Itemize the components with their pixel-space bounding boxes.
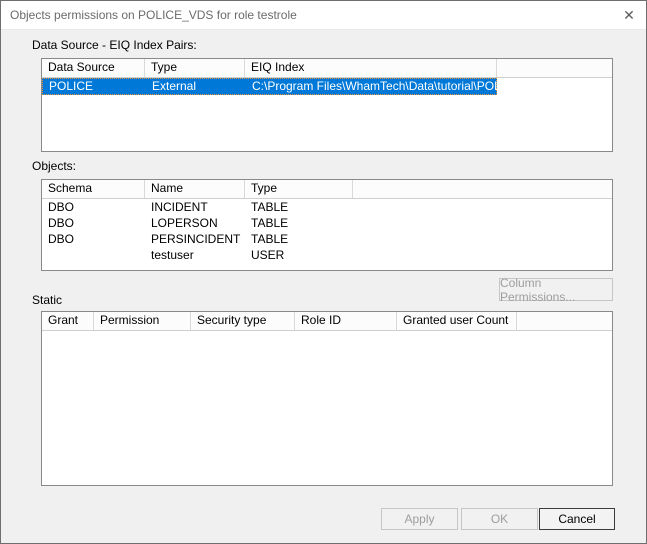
column-header-schema[interactable]: Schema [42, 180, 145, 198]
dialog-title: Objects permissions on POLICE_VDS for ro… [10, 1, 297, 29]
column-header-name[interactable]: Name [145, 180, 245, 198]
cell-obj-type: USER [245, 247, 353, 263]
column-header-obj-type[interactable]: Type [245, 180, 353, 198]
cell-type: External [146, 79, 246, 94]
pairs-table: Data Source Type EIQ Index POLICE Extern… [41, 58, 613, 152]
objects-section-label: Objects: [32, 159, 76, 173]
cell-name: LOPERSON [145, 215, 245, 231]
ok-button[interactable]: OK [461, 508, 538, 530]
static-table: Grant Permission Security type Role ID G… [41, 311, 613, 486]
column-header-granted-user-count[interactable]: Granted user Count [397, 312, 517, 330]
apply-button[interactable]: Apply [381, 508, 458, 530]
cancel-button[interactable]: Cancel [539, 508, 615, 530]
cell-name: testuser [145, 247, 245, 263]
cell-obj-type: TABLE [245, 231, 353, 247]
cell-eiq-index: C:\Program Files\WhamTech\Data\tutorial\… [246, 79, 498, 94]
title-bar: Objects permissions on POLICE_VDS for ro… [1, 1, 646, 30]
table-row[interactable]: DBO LOPERSON TABLE [42, 215, 612, 231]
cell-schema: DBO [42, 199, 145, 215]
column-header-filler [497, 59, 612, 77]
table-row[interactable]: DBO INCIDENT TABLE [42, 199, 612, 215]
column-header-filler [353, 180, 612, 198]
cell-obj-type: TABLE [245, 215, 353, 231]
cell-name: PERSINCIDENT [145, 231, 245, 247]
objects-table-header: Schema Name Type [42, 180, 612, 199]
cell-name: INCIDENT [145, 199, 245, 215]
pairs-section-label: Data Source - EIQ Index Pairs: [32, 38, 197, 52]
objects-permissions-dialog: Objects permissions on POLICE_VDS for ro… [0, 0, 647, 544]
close-icon: ✕ [623, 7, 635, 24]
pairs-table-header: Data Source Type EIQ Index [42, 59, 612, 78]
column-header-security-type[interactable]: Security type [191, 312, 295, 330]
cell-data-source: POLICE [43, 79, 146, 94]
cell-schema: DBO [42, 231, 145, 247]
column-header-permission[interactable]: Permission [94, 312, 191, 330]
column-permissions-button[interactable]: Column Permissions... [499, 278, 613, 301]
column-header-grant[interactable]: Grant [42, 312, 94, 330]
table-row[interactable]: testuser USER [42, 247, 612, 263]
close-button[interactable]: ✕ [612, 1, 646, 29]
table-row[interactable]: DBO PERSINCIDENT TABLE [42, 231, 612, 247]
static-section-label: Static [32, 293, 62, 307]
column-header-role-id[interactable]: Role ID [295, 312, 397, 330]
table-row[interactable]: POLICE External C:\Program Files\WhamTec… [42, 78, 497, 95]
column-header-data-source[interactable]: Data Source [42, 59, 145, 77]
column-header-type[interactable]: Type [145, 59, 245, 77]
cell-schema [42, 247, 145, 263]
cell-obj-type: TABLE [245, 199, 353, 215]
column-header-eiq-index[interactable]: EIQ Index [245, 59, 497, 77]
objects-table: Schema Name Type DBO INCIDENT TABLE DBO … [41, 179, 613, 271]
column-header-filler [517, 312, 612, 330]
cell-schema: DBO [42, 215, 145, 231]
static-table-header: Grant Permission Security type Role ID G… [42, 312, 612, 331]
